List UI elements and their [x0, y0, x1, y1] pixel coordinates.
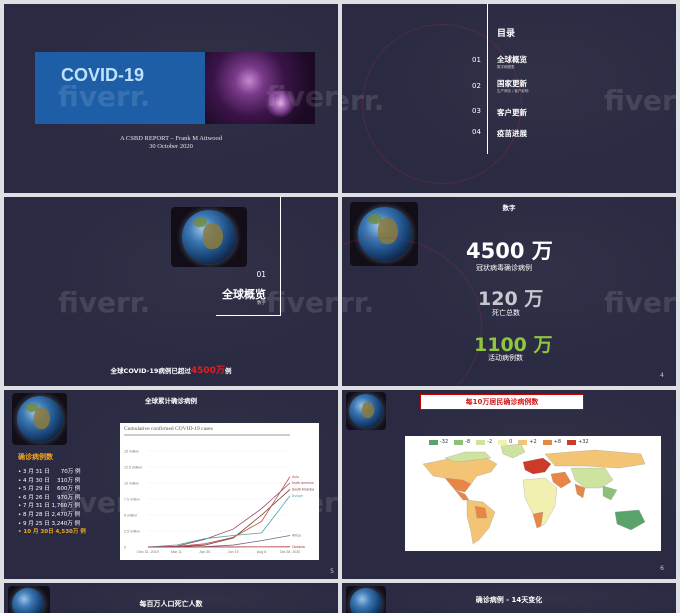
slide-6-thumbnail[interactable]: 每10万居民确诊病例数 -32 -8 -2 0 +2 +8 +32 6 [342, 390, 676, 579]
slide-8-thumbnail[interactable]: 确诊病例 - 14天变化 [342, 583, 676, 613]
slide-1-thumbnail[interactable]: COVID-19 fiverr. fiverr. A CSBD REPORT –… [4, 4, 338, 193]
footer-sentence: 全球COVID-19病例已超过4500万例 [4, 363, 338, 376]
slide-5-thumbnail[interactable]: 全球累计确诊病例 确诊病例数 • 3 月 31 日 70万 例 • 4 月 30 … [4, 390, 338, 579]
y-tick-label: 15 million [124, 450, 139, 454]
stat-confirmed-label: 冠状病毒确诊病例 [476, 264, 532, 272]
earth-image [171, 207, 247, 267]
slide-title: 每百万人口死亡人数 [139, 600, 203, 608]
stat-deaths-value: 120 万 [478, 288, 544, 310]
slide-title: 确诊病例 - 14天变化 [475, 596, 543, 604]
x-tick-label: Apr 30 [200, 550, 211, 554]
slide-title: 全球累计确诊病例 [145, 397, 197, 405]
page-number: 4 [660, 372, 664, 379]
page-number: 5 [330, 568, 334, 575]
toc-number: 02 [472, 82, 481, 90]
x-tick-label: Dec 31, 2019 [137, 550, 158, 554]
stat-confirmed-value: 4500 万 [466, 239, 553, 263]
toc-number: 04 [472, 128, 481, 136]
x-tick-label: Aug 8 [257, 550, 266, 554]
series-label: Asia [292, 475, 299, 479]
fiverr-watermark: fiverr. [266, 486, 338, 519]
toc-number: 01 [472, 56, 481, 64]
report-line: A CSBD REPORT – Frank M Attwood [119, 135, 223, 142]
fiverr-watermark: fiverr. [58, 80, 151, 113]
decorative-ribbon [362, 24, 522, 184]
slide-4-thumbnail[interactable]: 数字 4500 万 冠状病毒确诊病例 120 万 死亡总数 1100 万 活动病… [342, 197, 676, 386]
section-number: 01 [256, 270, 266, 279]
section-sub: 数字 [257, 301, 266, 306]
y-tick-label: 12.5 million [124, 466, 142, 470]
numbers-header: 数字 [502, 204, 516, 212]
footer-suffix: 例 [224, 367, 232, 375]
toc-number: 03 [472, 107, 481, 115]
x-tick-label: Jun 19 [228, 550, 239, 554]
toc-label: 客户更新 [497, 108, 527, 117]
toc-label: 国家更新 [497, 79, 527, 88]
y-tick-label: 2.5 million [124, 530, 140, 534]
fiverr-watermark: fiverr. [266, 80, 338, 113]
fiverr-watermark: fiverr. [58, 286, 151, 319]
toc-sub: 数字和图表 [497, 65, 515, 69]
stat-deaths-label: 死亡总数 [492, 309, 520, 317]
date-line: 30 October 2020 [149, 143, 193, 150]
slide-7-thumbnail[interactable]: 每百万人口死亡人数 [4, 583, 338, 613]
case-list-item: • 3 月 31 日 70万 例 [18, 469, 81, 475]
fiverr-watermark: fiverr. [342, 84, 385, 117]
toc-label: 疫苗进展 [497, 129, 527, 138]
fiverr-watermark: fiverr. [604, 84, 676, 117]
toc-title: 目录 [497, 29, 516, 39]
fiverr-watermark: fiverr. [266, 286, 338, 319]
case-list-item: • 4 月 30 日 310万 例 [18, 477, 81, 484]
series-label: North America [292, 481, 314, 485]
slide-grid: COVID-19 fiverr. fiverr. A CSBD REPORT –… [0, 0, 680, 613]
y-tick-label: 0 [124, 546, 126, 550]
toc-label: 全球概览 [497, 55, 527, 64]
map-title-box: 每10万居民确诊病例数 [420, 394, 584, 410]
series-label: Africa [292, 534, 301, 538]
case-list-title: 确诊病例数 [18, 453, 53, 461]
map-title: 每10万居民确诊病例数 [465, 398, 539, 406]
world-choropleth-map [422, 443, 646, 545]
fiverr-watermark: fiverr. [604, 286, 676, 319]
earth-image [346, 392, 386, 430]
x-tick-label: Mar 11 [171, 550, 182, 554]
footer-highlight: 4500万 [190, 366, 225, 376]
fiverr-watermark: fiverr. [58, 486, 151, 519]
x-tick-label: Oct 28, 2020 [280, 550, 301, 554]
vertical-divider [487, 4, 488, 154]
stat-active-label: 活动病例数 [488, 354, 523, 362]
map-panel: -32 -8 -2 0 +2 +8 +32 [405, 436, 661, 551]
case-list-item: • 10 月 30日 4,530万 例 [18, 529, 86, 536]
y-tick-label: 10 million [124, 482, 139, 486]
slide-2-thumbnail[interactable]: 目录 01 全球概览 数字和图表 02 国家更新 生产风险 / 客户影响 03 … [342, 4, 676, 193]
toc-sub: 生产风险 / 客户影响 [497, 89, 529, 93]
page-number: 6 [660, 565, 664, 572]
series-label: Oceania [292, 545, 305, 549]
fiverr-watermark: fiverr. [342, 286, 375, 319]
footer-prefix: 全球COVID-19病例已超过 [110, 367, 191, 375]
case-list-item: • 9 月 25 日 3,240万 例 [18, 520, 80, 527]
slide-3-thumbnail[interactable]: 01 全球概览 数字 fiverr. fiverr. 全球COVID-19病例已… [4, 197, 338, 386]
